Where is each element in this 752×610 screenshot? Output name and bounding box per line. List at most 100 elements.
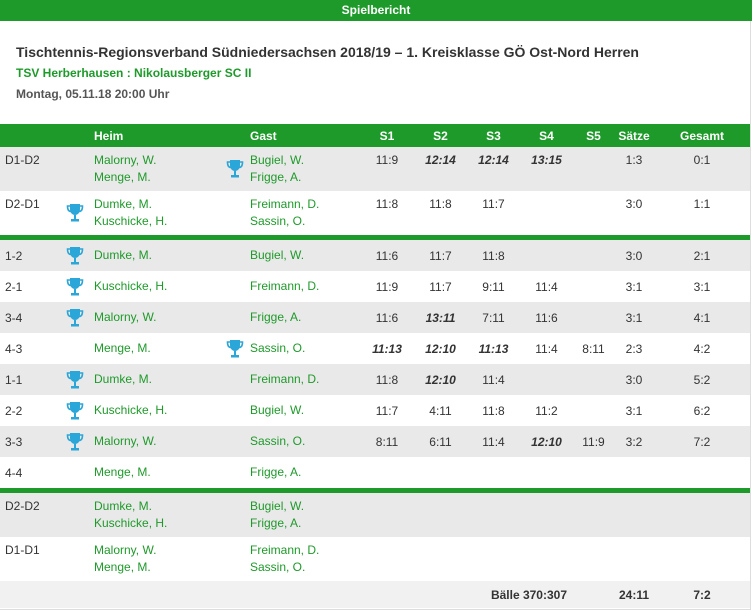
set-1-score: 11:9 xyxy=(360,271,414,302)
gesamt-value: 4:2 xyxy=(654,333,750,364)
set-2-score: 11:8 xyxy=(414,191,467,235)
heim-player-link[interactable]: Malorny, W. xyxy=(94,152,220,169)
heim-player-link[interactable]: Menge, M. xyxy=(94,559,220,576)
heim-players-cell: Malorny, W. xyxy=(94,426,220,457)
gast-players-cell: Freimann, D. xyxy=(250,364,360,395)
heim-player-link[interactable]: Malorny, W. xyxy=(94,309,220,326)
heim-player-link[interactable]: Kuschicke, H. xyxy=(94,278,220,295)
set-3-score: 11:7 xyxy=(467,191,520,235)
trophy-icon xyxy=(66,246,84,264)
set-2-score xyxy=(414,457,467,488)
gast-winner-cell xyxy=(220,457,250,488)
gast-player-link[interactable]: Sassin, O. xyxy=(250,213,360,230)
gast-winner-cell xyxy=(220,537,250,581)
trophy-icon xyxy=(66,370,84,388)
heim-player-link[interactable]: Dumke, M. xyxy=(94,371,220,388)
heim-player-link[interactable]: Menge, M. xyxy=(94,464,220,481)
gast-player-link[interactable]: Freimann, D. xyxy=(250,542,360,559)
gast-player-link[interactable]: Sassin, O. xyxy=(250,433,360,450)
heim-player-link[interactable]: Malorny, W. xyxy=(94,542,220,559)
gast-player-link[interactable]: Bugiel, W. xyxy=(250,498,360,515)
totals-row: Bälle 370:307 24:11 7:2 xyxy=(0,581,750,608)
pairing-label: 1-1 xyxy=(0,364,56,395)
pairing-label: D2-D2 xyxy=(0,493,56,537)
set-2-score: 11:7 xyxy=(414,271,467,302)
match-row: 1-1 Dumke, M. Freimann, D. 11:8 12:10 11:4 3:0… xyxy=(0,364,750,395)
set-3-score: 11:8 xyxy=(467,395,520,426)
set-2-score xyxy=(414,493,467,537)
heim-player-link[interactable]: Dumke, M. xyxy=(94,498,220,515)
gast-players-cell: Bugiel, W. Frigge, A. xyxy=(250,147,360,191)
gesamt-value xyxy=(654,537,750,581)
set-2-score: 12:10 xyxy=(414,333,467,364)
heim-player-link[interactable]: Dumke, M. xyxy=(94,196,220,213)
gast-player-link[interactable]: Frigge, A. xyxy=(250,464,360,481)
gast-winner-cell xyxy=(220,271,250,302)
heim-winner-cell xyxy=(56,395,94,426)
set-1-score: 8:11 xyxy=(360,426,414,457)
match-row: 3-3 Malorny, W. Sassin, O. 8:11 6:11 11:4 12:1… xyxy=(0,426,750,457)
heim-players-cell: Kuschicke, H. xyxy=(94,271,220,302)
pairing-label: 2-2 xyxy=(0,395,56,426)
gast-player-link[interactable]: Bugiel, W. xyxy=(250,247,360,264)
gast-player-link[interactable]: Frigge, A. xyxy=(250,515,360,532)
set-2-score: 13:11 xyxy=(414,302,467,333)
gast-player-link[interactable]: Freimann, D. xyxy=(250,371,360,388)
set-3-score xyxy=(467,493,520,537)
set-2-score: 12:14 xyxy=(414,147,467,191)
spielbericht-header-bar: Spielbericht xyxy=(0,0,752,21)
heim-player-link[interactable]: Dumke, M. xyxy=(94,247,220,264)
set-4-score: 13:15 xyxy=(520,147,573,191)
set-4-score: 11:4 xyxy=(520,271,573,302)
gast-player-link[interactable]: Sassin, O. xyxy=(250,340,360,357)
heim-player-link[interactable]: Kuschicke, H. xyxy=(94,515,220,532)
set-5-score xyxy=(573,240,614,271)
match-row: 2-2 Kuschicke, H. Bugiel, W. 11:7 4:11 11:8 11… xyxy=(0,395,750,426)
pairing-label: D2-D1 xyxy=(0,191,56,235)
heim-players-cell: Malorny, W. Menge, M. xyxy=(94,537,220,581)
gast-player-link[interactable]: Sassin, O. xyxy=(250,559,360,576)
gast-player-link[interactable]: Bugiel, W. xyxy=(250,152,360,169)
trophy-icon xyxy=(66,308,84,326)
heim-players-cell: Dumke, M. xyxy=(94,364,220,395)
match-teams-link[interactable]: TSV Herberhausen : Nikolausberger SC II xyxy=(16,66,251,80)
set-5-score xyxy=(573,147,614,191)
gast-player-link[interactable]: Freimann, D. xyxy=(250,278,360,295)
totals-gesamt: 7:2 xyxy=(654,581,750,608)
saetze-value xyxy=(614,537,654,581)
heim-player-link[interactable]: Menge, M. xyxy=(94,340,220,357)
gast-winner-cell xyxy=(220,426,250,457)
set-1-score: 11:6 xyxy=(360,240,414,271)
heim-player-link[interactable]: Kuschicke, H. xyxy=(94,402,220,419)
set-4-score: 11:2 xyxy=(520,395,573,426)
gast-player-link[interactable]: Bugiel, W. xyxy=(250,402,360,419)
match-row: 4-3 Menge, M. Sassin, O. 11:13 12:10 11:13 11:… xyxy=(0,333,750,364)
heim-player-link[interactable]: Kuschicke, H. xyxy=(94,213,220,230)
set-4-score: 11:4 xyxy=(520,333,573,364)
set-2-score: 12:10 xyxy=(414,364,467,395)
gast-player-link[interactable]: Freimann, D. xyxy=(250,196,360,213)
trophy-icon xyxy=(66,277,84,295)
heim-winner-cell xyxy=(56,240,94,271)
gast-winner-cell xyxy=(220,493,250,537)
heim-players-cell: Dumke, M. xyxy=(94,240,220,271)
totals-spacer xyxy=(0,581,360,608)
set-2-score: 4:11 xyxy=(414,395,467,426)
gast-player-link[interactable]: Frigge, A. xyxy=(250,309,360,326)
set-5-score xyxy=(573,271,614,302)
col-gast-header: Gast xyxy=(250,124,360,147)
heim-player-link[interactable]: Menge, M. xyxy=(94,169,220,186)
pairing-label: D1-D1 xyxy=(0,537,56,581)
heim-winner-cell xyxy=(56,364,94,395)
heim-player-link[interactable]: Malorny, W. xyxy=(94,433,220,450)
match-datetime: Montag, 05.11.18 20:00 Uhr xyxy=(16,87,170,101)
heim-players-cell: Menge, M. xyxy=(94,457,220,488)
col-s3-header: S3 xyxy=(467,124,520,147)
set-5-score xyxy=(573,364,614,395)
gesamt-value: 6:2 xyxy=(654,395,750,426)
col-heim-header: Heim xyxy=(94,124,220,147)
set-2-score: 11:7 xyxy=(414,240,467,271)
gast-player-link[interactable]: Frigge, A. xyxy=(250,169,360,186)
col-s1-header: S1 xyxy=(360,124,414,147)
heim-players-cell: Dumke, M. Kuschicke, H. xyxy=(94,493,220,537)
